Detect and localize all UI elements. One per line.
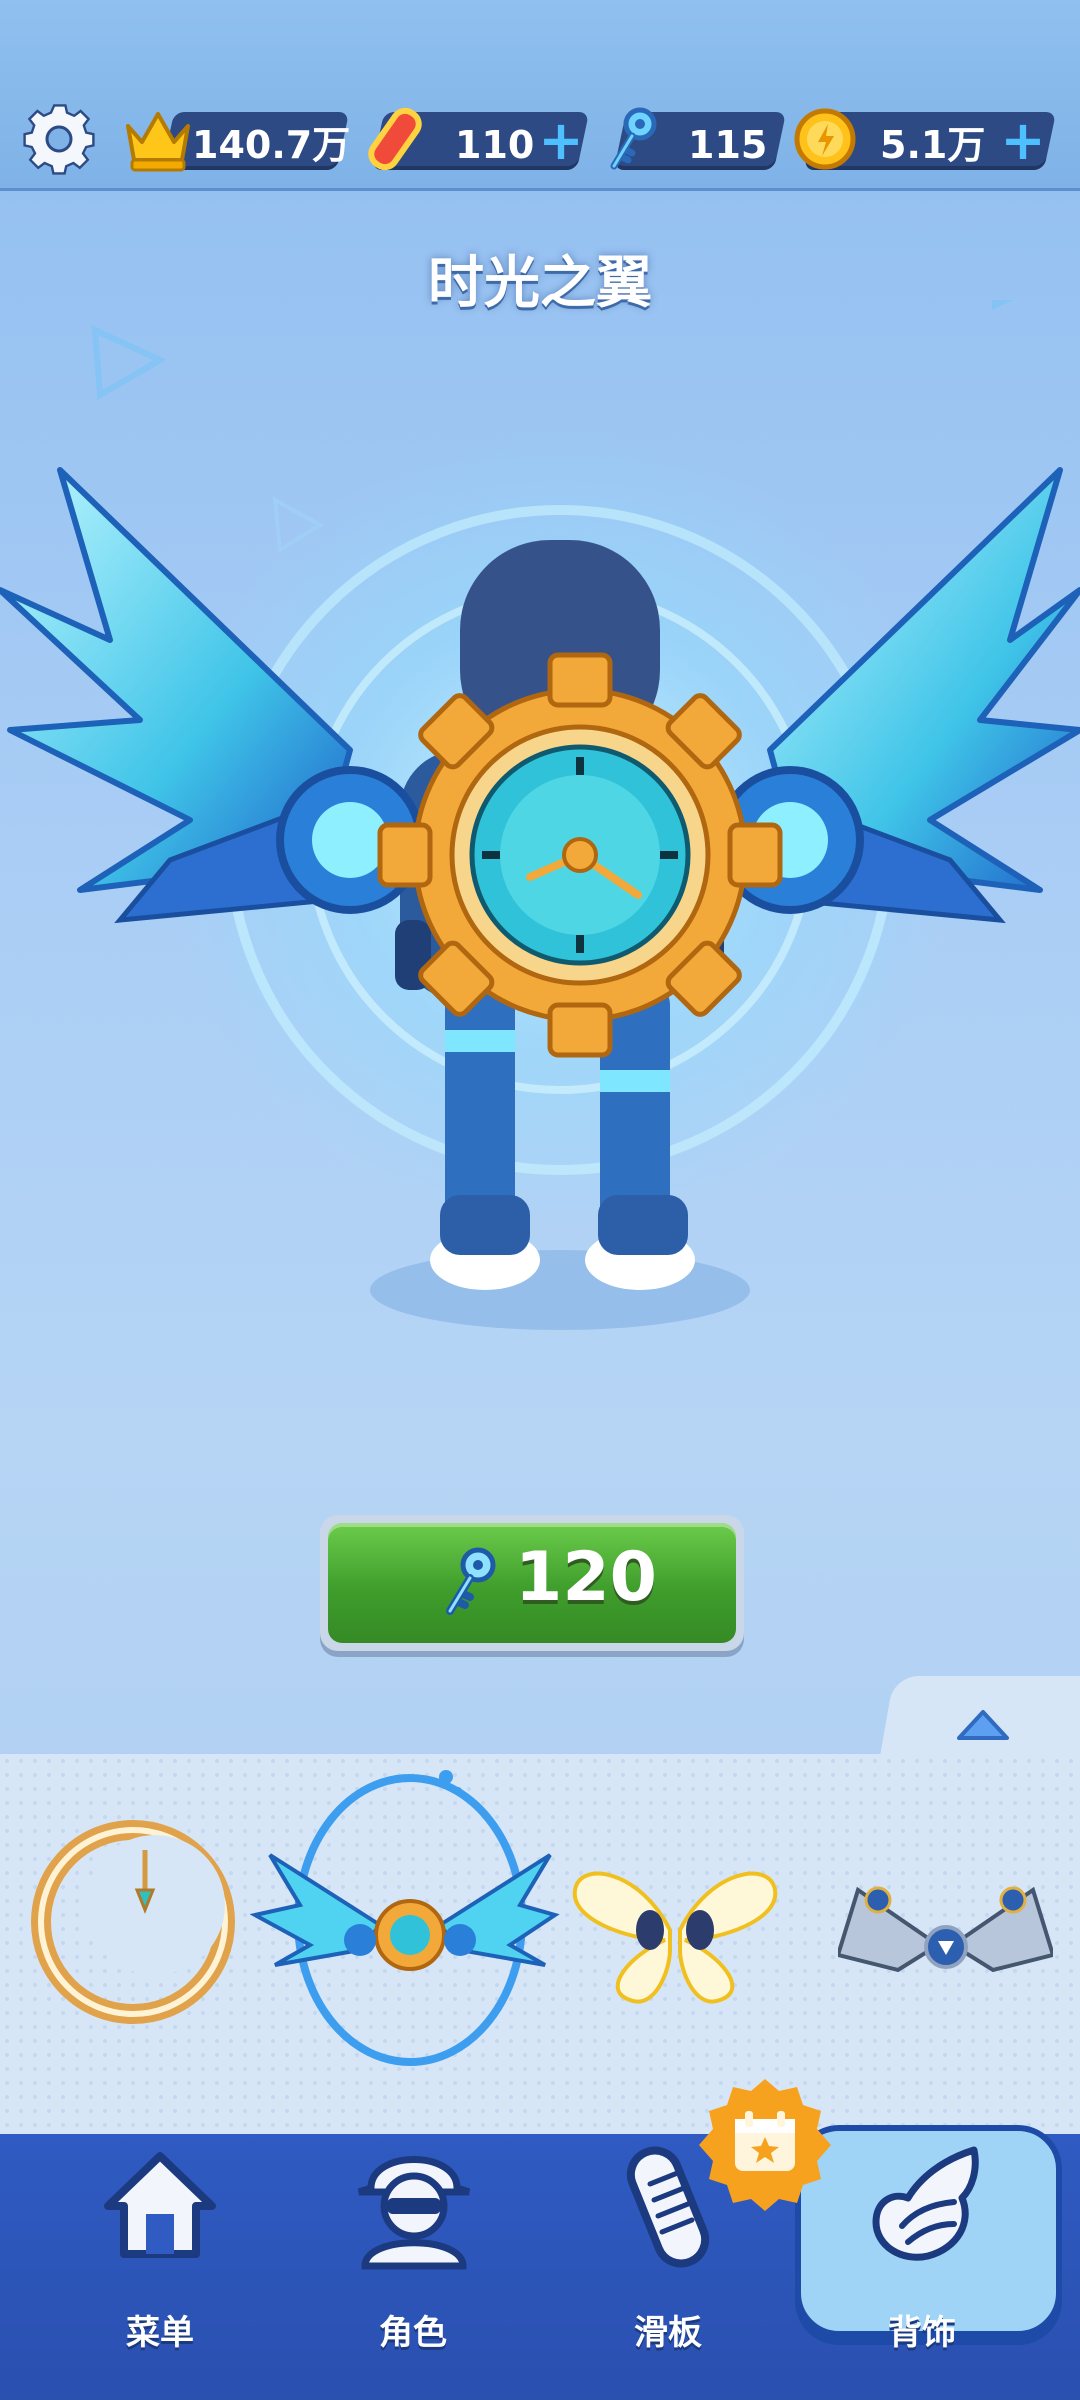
key-icon [438,1545,502,1617]
nav-character-label: 角色 [379,2313,447,2353]
key-icon [602,106,662,172]
settings-gear-icon[interactable] [20,100,98,178]
nav-menu-label: 菜单 [126,2313,194,2353]
tray-item-mech-wings[interactable] [835,1875,1056,1995]
buy-button[interactable]: 120 [320,1515,744,1651]
nav-accessory-label: 背饰 [888,2313,956,2353]
coin-icon [790,104,860,174]
board-count: 110 [455,123,535,167]
tray-item-moon-ring[interactable] [25,1810,240,2035]
nav-character-tab[interactable]: 角色 [313,2140,513,2380]
crown-icon [122,104,194,174]
wing-icon [872,2146,979,2261]
character-preview[interactable] [0,257,1080,1450]
character-icon [357,2156,471,2270]
nav-menu-tab[interactable]: 菜单 [60,2140,260,2380]
nav-accessory-tab-active[interactable]: 背饰 [822,2140,1022,2380]
expand-arrow-icon[interactable] [955,1706,1011,1742]
tray-item-clock-wings-selected[interactable] [249,1765,560,2075]
home-icon [104,2152,216,2258]
key-count: 115 [688,123,768,167]
board-ticket-icon [360,104,430,174]
price-label: 120 [515,1538,657,1617]
add-boards-plus-icon[interactable]: + [538,112,584,170]
add-coins-plus-icon[interactable]: + [1000,112,1046,170]
coin-count: 5.1万 [880,123,986,167]
nav-board-label: 滑板 [634,2313,702,2353]
tray-item-butterfly-wings[interactable] [570,1860,780,2010]
crown-count: 140.7万 [192,123,351,167]
calendar-event-badge[interactable] [695,2075,835,2215]
character-with-clock-wings-image [0,257,1080,1330]
